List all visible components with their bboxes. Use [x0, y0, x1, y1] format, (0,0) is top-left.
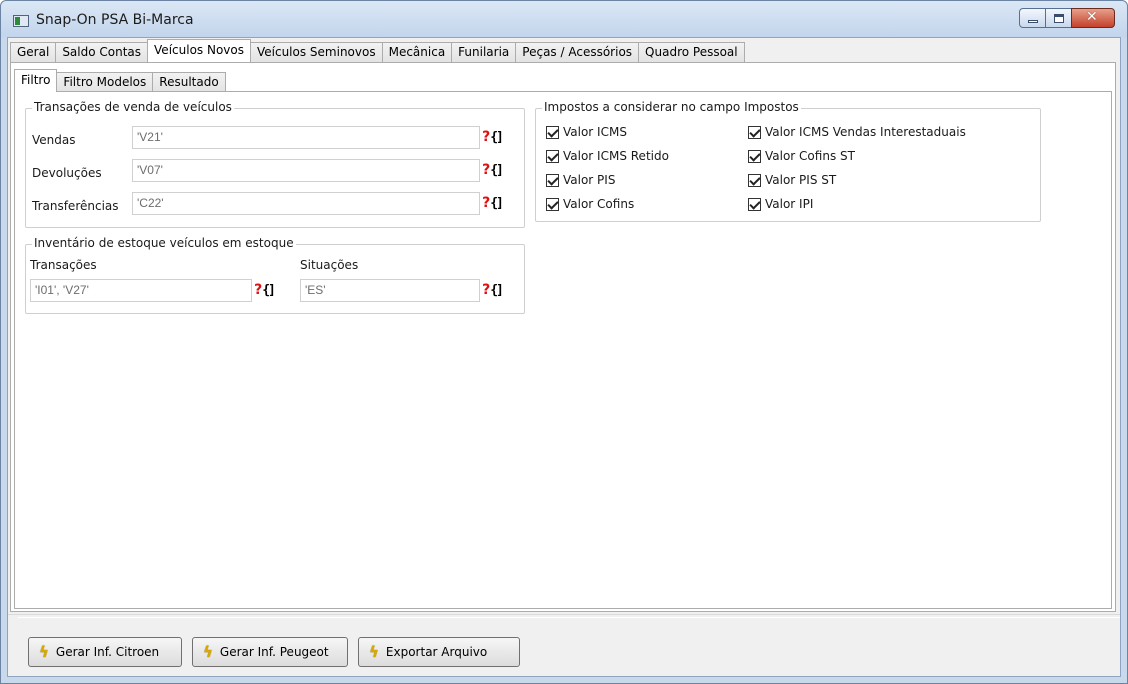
checkbox-valor-icms-retido[interactable]: Valor ICMS Retido [546, 149, 669, 163]
tab-veiculos-novos[interactable]: Veículos Novos [147, 39, 251, 62]
lightning-icon: ϟ [369, 643, 379, 661]
help-icon: ? [482, 195, 491, 211]
tab-resultado[interactable]: Resultado [152, 72, 226, 92]
gerar-peugeot-button[interactable]: ϟ Gerar Inf. Peugeot [192, 637, 348, 667]
gerar-peugeot-label: Gerar Inf. Peugeot [219, 645, 329, 659]
vendas-label: Vendas [32, 133, 76, 147]
minimize-button[interactable] [1019, 8, 1046, 28]
impostos-groupbox: Impostos a considerar no campo Impostos … [535, 100, 1041, 222]
transacoes-title: Transações de venda de veículos [32, 100, 234, 114]
lightning-icon: ϟ [39, 643, 49, 661]
devolucoes-lookup-button[interactable]: ?{] [482, 159, 504, 181]
checkbox-valor-icms[interactable]: Valor ICMS [546, 125, 627, 139]
vendas-lookup-button[interactable]: ?{] [482, 126, 504, 148]
footer-bar: ϟ Gerar Inf. Citroen ϟ Gerar Inf. Peugeo… [8, 614, 1120, 676]
help-icon: ? [254, 282, 263, 298]
tab-pecas-acessorios[interactable]: Peças / Acessórios [515, 42, 640, 62]
tab-quadro-pessoal[interactable]: Quadro Pessoal [638, 42, 745, 62]
app-window: Snap-On PSA Bi-Marca ✕ Geral Saldo Conta… [0, 0, 1128, 684]
tab-funilaria[interactable]: Funilaria [451, 42, 517, 62]
help-icon: ? [482, 282, 491, 298]
transferencias-field[interactable]: 'C22' [132, 192, 480, 215]
main-tabs: Geral Saldo Contas Veículos Novos Veícul… [10, 39, 745, 62]
tab-mecanica[interactable]: Mecânica [381, 42, 453, 62]
checkbox-checked-icon [748, 125, 761, 139]
checkbox-valor-cofins[interactable]: Valor Cofins [546, 197, 634, 211]
sub-tabs: Filtro Filtro Modelos Resultado [14, 68, 226, 92]
checkbox-checked-icon [748, 197, 761, 211]
impostos-title: Impostos a considerar no campo Impostos [542, 100, 801, 114]
exportar-arquivo-button[interactable]: ϟ Exportar Arquivo [358, 637, 520, 667]
exportar-label: Exportar Arquivo [385, 645, 488, 659]
veiculos-novos-panel: Filtro Filtro Modelos Resultado Transaçõ… [10, 62, 1116, 612]
window-controls: ✕ [1019, 8, 1115, 28]
transacoes-groupbox: Transações de venda de veículos Vendas '… [25, 100, 525, 228]
transferencias-label: Transferências [32, 199, 119, 213]
brackets-icon: {] [490, 195, 504, 211]
client-area: Geral Saldo Contas Veículos Novos Veícul… [7, 37, 1121, 677]
inventario-transacoes-lookup-button[interactable]: ?{] [254, 279, 276, 301]
situacoes-field[interactable]: 'ES' [300, 279, 480, 302]
devolucoes-field[interactable]: 'V07' [132, 159, 480, 182]
checkbox-checked-icon [748, 149, 761, 163]
situacoes-label: Situações [300, 258, 359, 272]
app-icon [13, 15, 29, 27]
inventario-transacoes-field[interactable]: 'I01', 'V27' [30, 279, 252, 302]
situacoes-lookup-button[interactable]: ?{] [482, 279, 504, 301]
checkbox-checked-icon [546, 125, 559, 139]
brackets-icon: {] [490, 282, 504, 298]
checkbox-checked-icon [546, 197, 559, 211]
tab-filtro[interactable]: Filtro [14, 69, 58, 92]
vendas-field[interactable]: 'V21' [132, 126, 480, 149]
window-title: Snap-On PSA Bi-Marca [36, 12, 194, 28]
brackets-icon: {] [262, 282, 276, 298]
gerar-citroen-button[interactable]: ϟ Gerar Inf. Citroen [28, 637, 182, 667]
close-icon: ✕ [1086, 9, 1098, 25]
tab-saldo-contas[interactable]: Saldo Contas [55, 42, 149, 62]
inventario-title: Inventário de estoque veículos em estoqu… [32, 236, 296, 250]
inventario-groupbox: Inventário de estoque veículos em estoqu… [25, 236, 525, 314]
checkbox-checked-icon [546, 149, 559, 163]
footer-inner: ϟ Gerar Inf. Citroen ϟ Gerar Inf. Peugeo… [18, 617, 1120, 675]
gerar-citroen-label: Gerar Inf. Citroen [55, 645, 160, 659]
lightning-icon: ϟ [203, 643, 213, 661]
maximize-button[interactable] [1045, 8, 1072, 28]
filtro-panel: Transações de venda de veículos Vendas '… [14, 91, 1112, 609]
checkbox-valor-cofins-st[interactable]: Valor Cofins ST [748, 149, 855, 163]
checkbox-valor-pis-st[interactable]: Valor PIS ST [748, 173, 836, 187]
tab-geral[interactable]: Geral [10, 42, 57, 62]
title-bar[interactable]: Snap-On PSA Bi-Marca ✕ [1, 1, 1127, 37]
maximize-icon [1054, 14, 1064, 23]
checkbox-checked-icon [546, 173, 559, 187]
brackets-icon: {] [490, 162, 504, 178]
help-icon: ? [482, 129, 491, 145]
transacoes-label: Transações [30, 258, 97, 272]
close-button[interactable]: ✕ [1071, 8, 1115, 28]
checkbox-checked-icon [748, 173, 761, 187]
brackets-icon: {] [490, 129, 504, 145]
checkbox-valor-icms-vendas-interestaduais[interactable]: Valor ICMS Vendas Interestaduais [748, 125, 966, 139]
tab-filtro-modelos[interactable]: Filtro Modelos [56, 72, 154, 92]
tab-veiculos-seminovos[interactable]: Veículos Seminovos [249, 42, 383, 62]
checkbox-valor-pis[interactable]: Valor PIS [546, 173, 615, 187]
minimize-icon [1028, 20, 1038, 23]
help-icon: ? [482, 162, 491, 178]
devolucoes-label: Devoluções [32, 166, 102, 180]
transferencias-lookup-button[interactable]: ?{] [482, 192, 504, 214]
checkbox-valor-ipi[interactable]: Valor IPI [748, 197, 813, 211]
